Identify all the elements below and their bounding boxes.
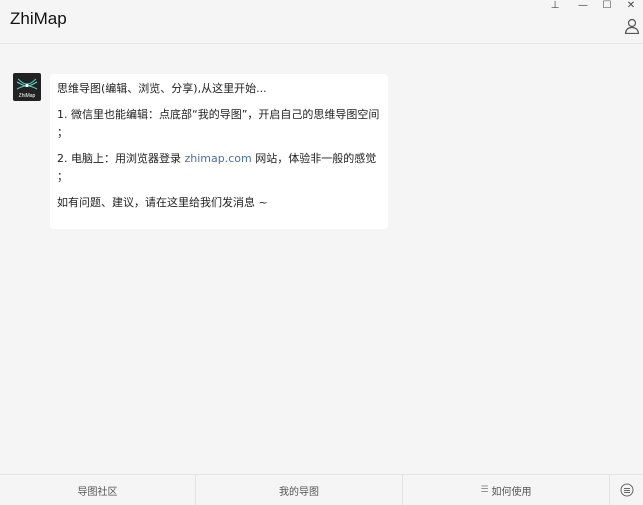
pin-icon[interactable]: ⊥ <box>544 0 566 12</box>
app-title: ZhiMap <box>10 9 67 28</box>
tab-how-to-use[interactable]: ☰ 如何使用 <box>403 475 610 505</box>
title-bar: ZhiMap ⊥ — ☐ ✕ <box>0 0 643 44</box>
keyboard-toggle[interactable] <box>610 475 643 505</box>
zhimap-link[interactable]: zhimap.com <box>185 152 252 165</box>
maximize-button[interactable]: ☐ <box>596 0 618 12</box>
chat-area: ZhiMap 思维导图(编辑、浏览、分享),从这里开始... 1. 微信里也能编… <box>0 44 643 474</box>
message-line: 2. 电脑上：用浏览器登录 zhimap.com 网站，体验非一般的感觉 ； <box>57 152 377 183</box>
tab-community[interactable]: 导图社区 <box>0 475 196 505</box>
avatar-label: ZhiMap <box>19 93 36 99</box>
minimize-button[interactable]: — <box>572 0 594 12</box>
close-button[interactable]: ✕ <box>620 0 642 12</box>
tab-how-to-use-label: 如何使用 <box>491 486 532 498</box>
message-bubble: 思维导图(编辑、浏览、分享),从这里开始... 1. 微信里也能编辑：点底部“我… <box>50 74 388 229</box>
menu-icon: ☰ <box>480 485 489 495</box>
message-line: 如有问题、建议，请在这里给我们发消息 ~ <box>57 196 268 209</box>
keyboard-icon <box>620 483 633 497</box>
zhimap-logo-icon: ZhiMap <box>16 78 38 99</box>
message-line: 思维导图(编辑、浏览、分享),从这里开始... <box>57 82 267 95</box>
tab-my-maps[interactable]: 我的导图 <box>196 475 403 505</box>
bottom-menu: 导图社区 我的导图 ☰ 如何使用 <box>0 474 643 505</box>
user-icon[interactable] <box>624 18 640 34</box>
message-line: 1. 微信里也能编辑：点底部“我的导图”，开启自己的思维导图空间 ； <box>57 108 380 139</box>
avatar[interactable]: ZhiMap <box>13 73 41 101</box>
